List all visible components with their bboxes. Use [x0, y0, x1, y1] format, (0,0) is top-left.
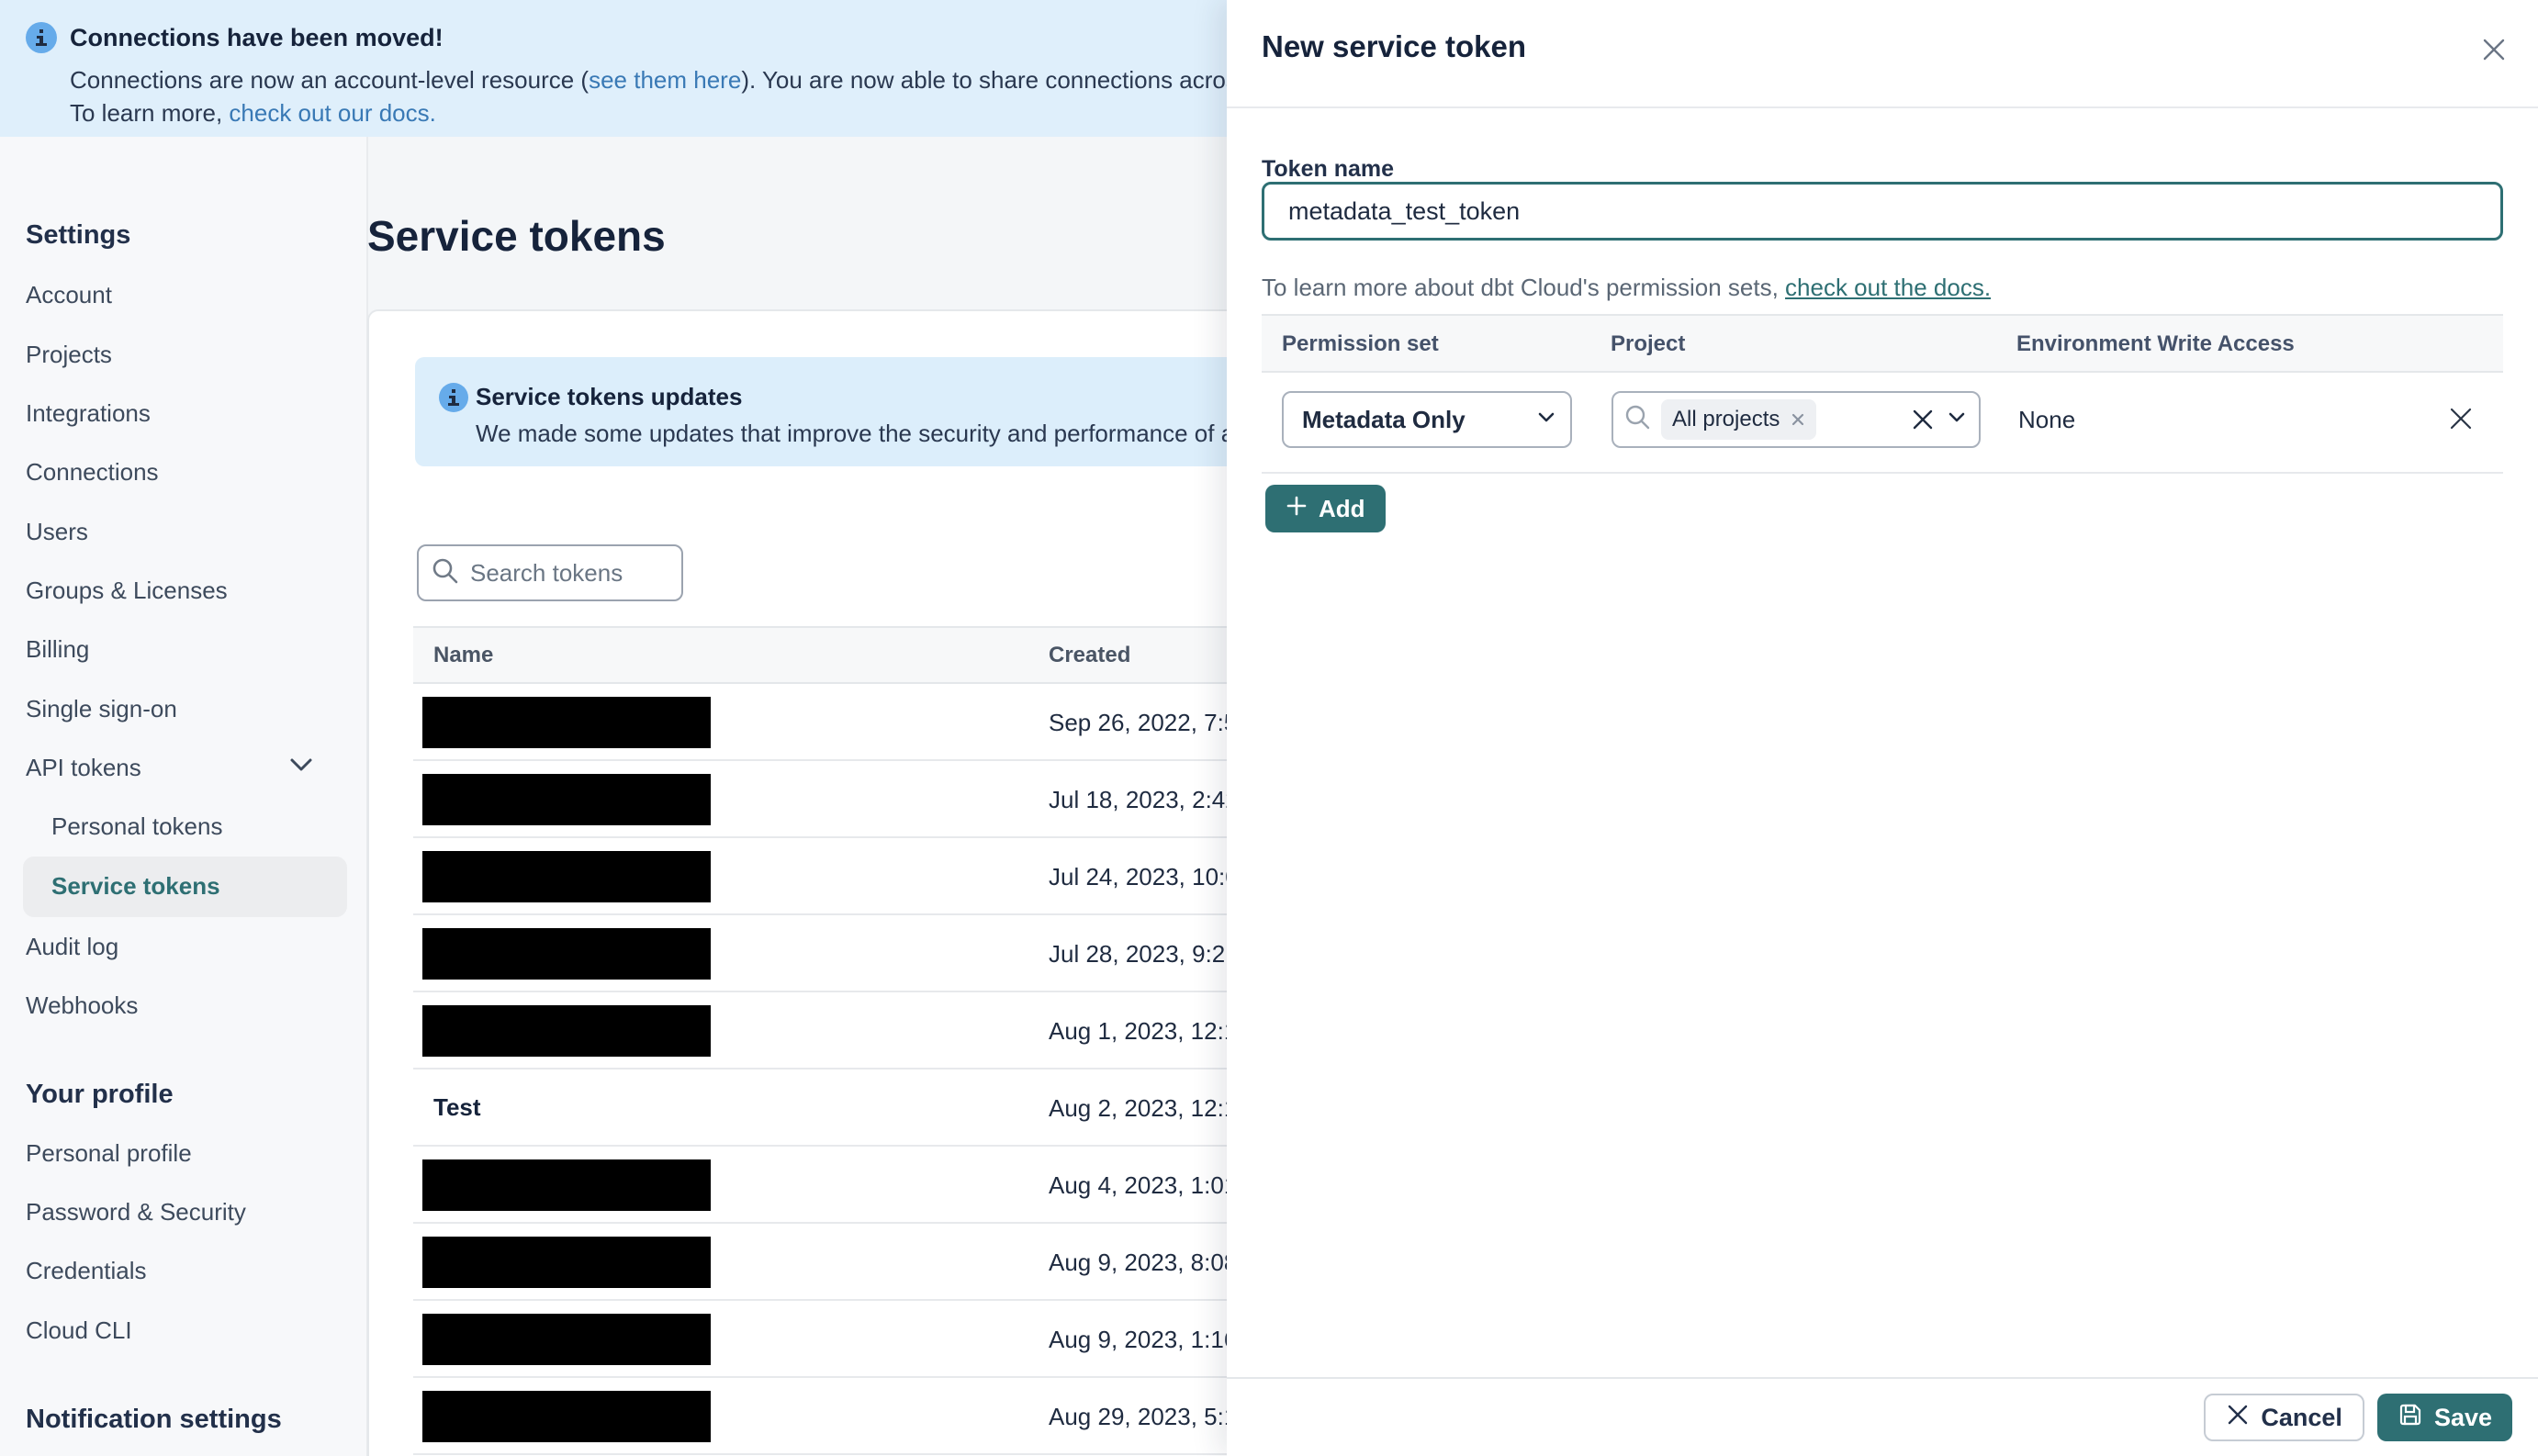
column-header-environment-write-access: Environment Write Access — [2016, 331, 2295, 356]
sidebar-item-cloud-cli[interactable]: Cloud CLI — [26, 1316, 132, 1345]
sidebar-item-personal-tokens[interactable]: Personal tokens — [51, 812, 222, 841]
sidebar-item-users[interactable]: Users — [26, 518, 88, 546]
permission-row: Metadata Only All projects None — [1262, 373, 2503, 474]
redacted-token-name — [422, 1314, 711, 1365]
sidebar-item-integrations[interactable]: Integrations — [26, 399, 151, 428]
plus-icon — [1286, 495, 1308, 523]
token-name-label: Token name — [1262, 156, 1395, 182]
redacted-token-name — [422, 928, 711, 980]
sidebar-item-api-tokens[interactable]: API tokens — [26, 754, 141, 782]
banner-body-text: Connections are now an account-level res… — [70, 66, 590, 94]
new-service-token-drawer: New service token Token name To learn mo… — [1227, 0, 2538, 1456]
notification-settings-heading: Notification settings — [26, 1405, 282, 1434]
redacted-token-name — [422, 1237, 711, 1288]
column-header-project: Project — [1611, 331, 1686, 356]
sidebar-item-credentials[interactable]: Credentials — [26, 1257, 147, 1285]
token-name-input[interactable] — [1262, 182, 2503, 241]
sidebar-item-webhooks[interactable]: Webhooks — [26, 991, 138, 1020]
clear-selection-icon[interactable] — [1911, 408, 1935, 431]
info-icon — [26, 22, 57, 53]
project-combobox[interactable]: All projects — [1612, 391, 1981, 448]
chip-remove-icon[interactable] — [1791, 412, 1805, 427]
search-icon — [1624, 404, 1652, 436]
close-icon — [2226, 1403, 2250, 1433]
permission-helper-text: To learn more about dbt Cloud's permissi… — [1262, 274, 1991, 302]
sidebar-item-personal-profile[interactable]: Personal profile — [26, 1139, 192, 1168]
chevron-down-icon — [1537, 411, 1555, 428]
token-name: Test — [433, 1093, 481, 1121]
add-permission-button[interactable]: Add — [1265, 485, 1386, 532]
close-icon[interactable] — [2476, 31, 2512, 68]
column-header-name: Name — [433, 643, 494, 667]
redacted-token-name — [422, 1005, 711, 1057]
sidebar-item-single-sign-on[interactable]: Single sign-on — [26, 695, 177, 723]
save-disk-icon — [2398, 1402, 2423, 1434]
column-header-permission-set: Permission set — [1282, 331, 1439, 356]
redacted-token-name — [422, 774, 711, 825]
sidebar-item-groups-licenses[interactable]: Groups & Licenses — [26, 577, 228, 605]
search-tokens-input[interactable] — [470, 558, 663, 588]
sidebar-item-audit-log[interactable]: Audit log — [26, 933, 118, 961]
settings-heading: Settings — [26, 220, 131, 250]
banner-more: To learn more, check out our docs. — [70, 99, 436, 128]
info-icon — [439, 383, 468, 412]
cancel-button-label: Cancel — [2261, 1403, 2342, 1431]
chevron-down-icon — [289, 757, 313, 777]
page-title: Service tokens — [367, 212, 666, 260]
permission-set-value: Metadata Only — [1302, 405, 1466, 433]
save-button-label: Save — [2433, 1403, 2492, 1431]
remove-row-icon[interactable] — [2444, 402, 2477, 435]
permission-set-select[interactable]: Metadata Only — [1282, 391, 1572, 448]
chevron-down-icon[interactable] — [1948, 411, 1966, 428]
permissions-table-header: Permission set Project Environment Write… — [1262, 314, 2503, 373]
add-button-label: Add — [1319, 494, 1365, 522]
drawer-title: New service token — [1262, 29, 1526, 63]
project-chip-label: All projects — [1672, 407, 1780, 431]
project-chip: All projects — [1661, 399, 1817, 440]
your-profile-heading: Your profile — [26, 1080, 174, 1109]
environment-write-access-value: None — [2018, 406, 2076, 433]
see-them-here-link[interactable]: see them here — [589, 66, 741, 94]
sidebar-item-service-tokens[interactable]: Service tokens — [51, 872, 220, 901]
sidebar-item-account[interactable]: Account — [26, 281, 112, 309]
info-box-title: Service tokens updates — [476, 383, 743, 410]
drawer-footer: Cancel Save — [1227, 1377, 2538, 1456]
search-icon — [432, 557, 459, 589]
cancel-button[interactable]: Cancel — [2204, 1394, 2364, 1441]
divider — [1227, 106, 2538, 108]
helper-text: To learn more about dbt Cloud's permissi… — [1262, 274, 1786, 301]
banner-title: Connections have been moved! — [70, 24, 444, 51]
column-header-created: Created — [1049, 643, 1131, 667]
banner-more-text: To learn more, — [70, 99, 230, 127]
sidebar-item-projects[interactable]: Projects — [26, 341, 112, 369]
redacted-token-name — [422, 1159, 711, 1211]
save-button[interactable]: Save — [2376, 1394, 2512, 1441]
redacted-token-name — [422, 851, 711, 902]
check-docs-link[interactable]: check out our docs. — [229, 99, 435, 127]
sidebar-item-billing[interactable]: Billing — [26, 635, 89, 664]
sidebar-item-password-security[interactable]: Password & Security — [26, 1198, 246, 1226]
redacted-token-name — [422, 697, 711, 748]
sidebar-item-connections[interactable]: Connections — [26, 458, 159, 487]
check-out-docs-link[interactable]: check out the docs. — [1785, 274, 1991, 301]
redacted-token-name — [422, 1391, 711, 1442]
search-tokens-box[interactable] — [417, 544, 683, 601]
settings-sidebar: Settings Account Projects Integrations C… — [0, 137, 368, 1456]
